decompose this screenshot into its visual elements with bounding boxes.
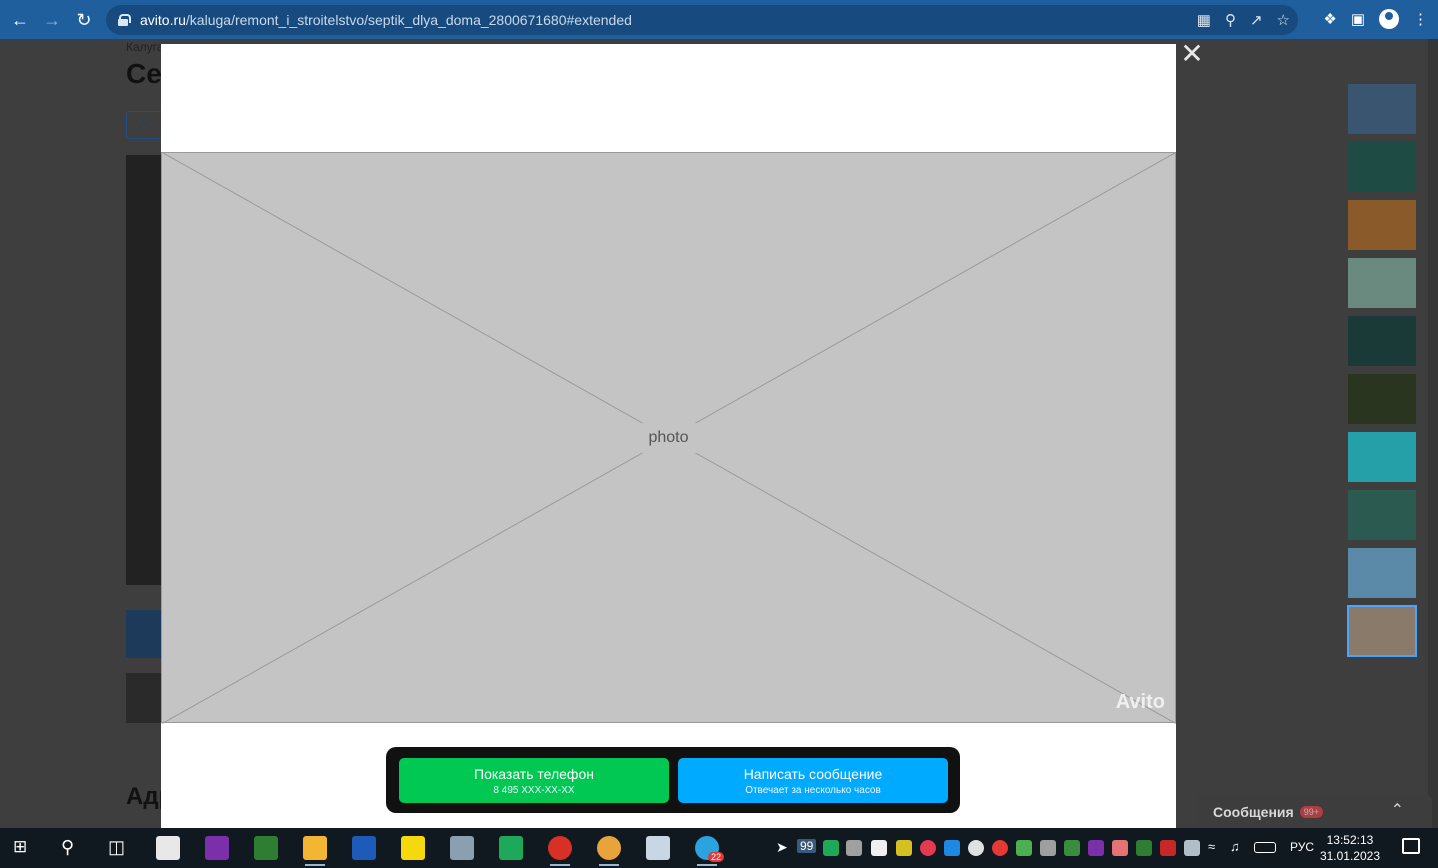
document-app-icon[interactable] bbox=[646, 836, 670, 860]
antivirus-tray-icon[interactable] bbox=[1160, 840, 1176, 856]
search-icon[interactable]: ⚲ bbox=[61, 837, 74, 858]
messages-count-badge: 99+ bbox=[1299, 805, 1323, 818]
notepad-app-icon[interactable] bbox=[156, 836, 180, 860]
windows-taskbar: ⊞ ⚲ ◫ ➤ 99 ≈ ♫ РУС 13:52:13 31.01.2023 bbox=[0, 828, 1438, 868]
background-main-photo bbox=[126, 155, 162, 585]
messages-label: Сообщения bbox=[1213, 803, 1294, 820]
extensions-puzzle-icon[interactable]: ❖ bbox=[1323, 10, 1336, 28]
page-title: Се bbox=[126, 58, 162, 89]
notification-center-icon[interactable] bbox=[1402, 838, 1420, 854]
input-language[interactable]: РУС bbox=[1290, 840, 1314, 854]
gallery-thumbnail[interactable] bbox=[1347, 605, 1417, 657]
contact-action-bar: Показать телефон 8 495 XXX-XX-XX Написат… bbox=[386, 747, 960, 813]
gallery-thumbnail[interactable] bbox=[1348, 374, 1416, 424]
task-view-icon[interactable]: ◫ bbox=[108, 837, 125, 858]
chrome-browser-icon[interactable] bbox=[548, 836, 572, 866]
gallery-thumbnail[interactable] bbox=[1348, 84, 1416, 134]
shield-check-icon[interactable] bbox=[823, 840, 839, 856]
target-tray-icon[interactable] bbox=[920, 840, 936, 856]
gallery-modal: Avito bbox=[161, 44, 1176, 828]
clock-date: 31.01.2023 bbox=[1319, 849, 1380, 863]
file-icon[interactable] bbox=[871, 840, 887, 856]
write-message-button[interactable]: Написать сообщение Отвечает за несколько… bbox=[678, 758, 948, 803]
skype-tray-icon[interactable] bbox=[968, 840, 984, 856]
profile-avatar-icon[interactable] bbox=[1379, 9, 1399, 29]
avito-watermark: Avito bbox=[1115, 691, 1165, 713]
page-scrollbar[interactable] bbox=[1428, 39, 1438, 828]
url-host: avito.ru bbox=[140, 12, 186, 28]
write-message-label: Написать сообщение bbox=[743, 766, 883, 782]
messages-widget[interactable]: Сообщения 99+ ⌃ bbox=[1196, 795, 1432, 828]
url-path: /kaluga/remont_i_stroitelstvo/septik_dly… bbox=[185, 12, 632, 28]
show-phone-button[interactable]: Показать телефон 8 495 XXX-XX-XX bbox=[399, 758, 669, 803]
show-phone-label: Показать телефон bbox=[474, 766, 594, 782]
wifi-icon[interactable]: ≈ bbox=[1208, 839, 1224, 855]
telegram-unread-badge: 22 bbox=[708, 852, 725, 862]
record-tray-icon[interactable] bbox=[992, 840, 1008, 856]
monitor-icon[interactable] bbox=[846, 840, 862, 856]
zoom-icon[interactable]: ⚲ bbox=[1225, 11, 1236, 29]
windows-start-icon[interactable]: ⊞ bbox=[13, 837, 27, 857]
lock-icon bbox=[118, 14, 131, 26]
window-tray-icon[interactable] bbox=[1040, 840, 1056, 856]
translate-icon[interactable]: ▦ bbox=[1197, 11, 1211, 29]
sticky-notes-icon[interactable] bbox=[401, 836, 425, 860]
file-explorer-icon[interactable] bbox=[303, 836, 327, 866]
bookmark-star-icon[interactable]: ☆ bbox=[1277, 11, 1290, 29]
gallery-thumbnail[interactable] bbox=[1348, 200, 1416, 250]
gallery-thumbnail[interactable] bbox=[1348, 548, 1416, 598]
thumbnail-strip bbox=[1347, 84, 1417, 664]
phone-masked-number: 8 495 XXX-XX-XX bbox=[493, 785, 575, 796]
onenote-tray-icon[interactable] bbox=[1088, 840, 1104, 856]
sync-tray-icon[interactable] bbox=[1016, 840, 1032, 856]
chevron-up-icon[interactable]: ⌃ bbox=[1391, 800, 1404, 820]
system-clock[interactable]: 13:52:13 31.01.2023 bbox=[1320, 832, 1380, 864]
favorite-heart-icon[interactable]: ♡ bbox=[126, 111, 166, 139]
onenote-app-icon[interactable] bbox=[205, 836, 229, 860]
background-thumbnail[interactable] bbox=[126, 610, 162, 658]
screenshot-tray-icon[interactable] bbox=[944, 840, 960, 856]
breadcrumb[interactable]: Калуга bbox=[126, 40, 163, 54]
gallery-thumbnail[interactable] bbox=[1348, 432, 1416, 482]
battery-icon[interactable] bbox=[1184, 840, 1200, 856]
leaf-tray-icon[interactable] bbox=[1064, 840, 1080, 856]
utility-app-icon[interactable] bbox=[450, 836, 474, 860]
background-thumbnail[interactable] bbox=[126, 673, 162, 723]
browser-toolbar: ← → ↻ avito.ru/kaluga/remont_i_stroitels… bbox=[0, 0, 1438, 39]
sheets-chart-app-icon[interactable] bbox=[254, 836, 278, 860]
share-icon[interactable]: ↗ bbox=[1250, 11, 1263, 29]
close-icon[interactable]: ✕ bbox=[1176, 40, 1208, 68]
chrome-profile-icon[interactable] bbox=[597, 836, 621, 866]
forward-arrow-icon[interactable]: → bbox=[36, 4, 68, 36]
response-time-note: Отвечает за несколько часов bbox=[745, 785, 881, 796]
gallery-thumbnail[interactable] bbox=[1348, 316, 1416, 366]
gallery-thumbnail[interactable] bbox=[1348, 258, 1416, 308]
gallery-thumbnail[interactable] bbox=[1348, 490, 1416, 540]
address-bar[interactable]: avito.ru/kaluga/remont_i_stroitelstvo/se… bbox=[106, 5, 1298, 35]
reload-icon[interactable]: ↻ bbox=[68, 4, 100, 36]
fx-tray-icon[interactable] bbox=[1136, 840, 1152, 856]
tray-count-badge[interactable]: 99 bbox=[797, 839, 817, 853]
menu-kebab-icon[interactable]: ⋮ bbox=[1413, 10, 1428, 28]
back-arrow-icon[interactable]: ← bbox=[4, 4, 36, 36]
spreadsheet-app-icon[interactable] bbox=[499, 836, 523, 860]
word-app-icon[interactable] bbox=[352, 836, 376, 860]
notes-tray-icon[interactable] bbox=[896, 840, 912, 856]
main-photo[interactable]: Avito bbox=[161, 152, 1176, 723]
side-panel-icon[interactable]: ▣ bbox=[1351, 10, 1365, 28]
keyboard-icon[interactable] bbox=[1254, 842, 1276, 853]
volume-icon[interactable]: ♫ bbox=[1230, 839, 1246, 855]
gallery-thumbnail[interactable] bbox=[1348, 142, 1416, 192]
send-arrow-icon[interactable]: ➤ bbox=[776, 839, 792, 855]
cloud-tray-icon[interactable] bbox=[1112, 840, 1128, 856]
clock-time: 13:52:13 bbox=[1326, 833, 1374, 847]
